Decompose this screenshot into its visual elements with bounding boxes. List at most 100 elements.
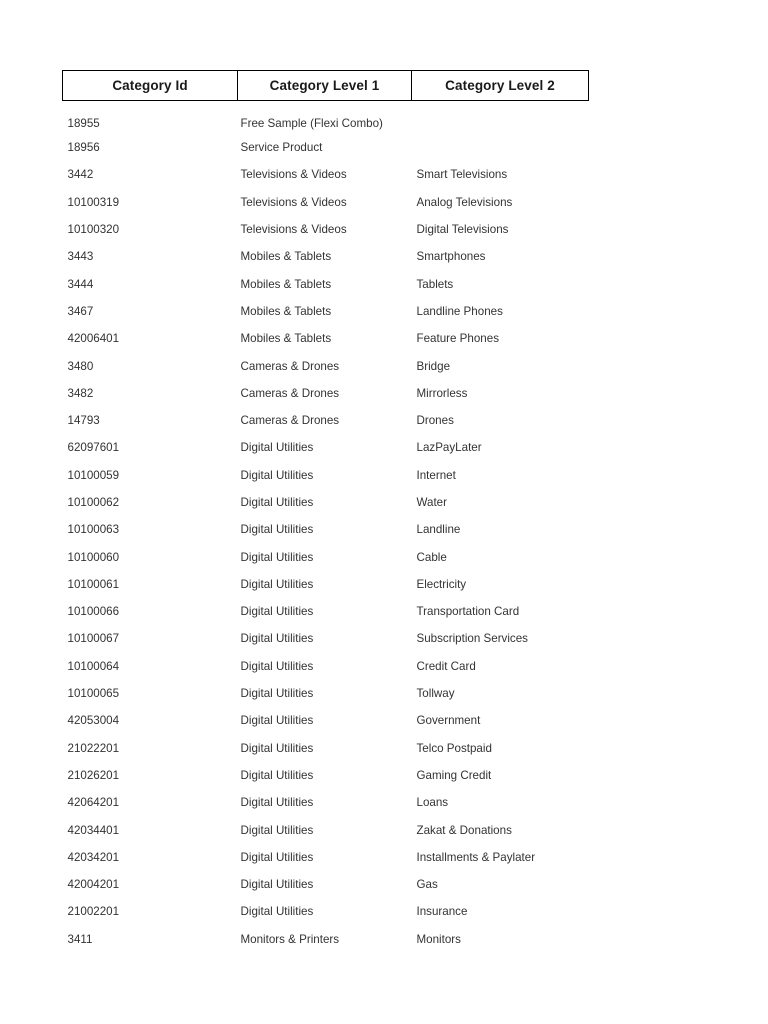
table-row: 10100319 Televisions & Videos Analog Telev… bbox=[63, 189, 589, 216]
cell-category-level-2: Mirrorless bbox=[416, 386, 468, 400]
cell-category-level-2: Insurance bbox=[416, 905, 468, 919]
cell-category-id: 42006401 bbox=[67, 332, 120, 346]
table-row: 10100064 Digital Utilities Credit Card bbox=[63, 653, 589, 680]
cell-category-level-2: Analog Televisions bbox=[416, 195, 513, 209]
cell-category-level-1: Digital Utilities bbox=[240, 468, 314, 482]
cell-category-level-1: Cameras & Drones bbox=[240, 359, 340, 373]
table-row: 21022201 Digital Utilities Telco Postpaid bbox=[63, 735, 589, 762]
table-row: 3480 Cameras & Drones Bridge bbox=[63, 352, 589, 379]
cell-category-level-1: Digital Utilities bbox=[240, 632, 314, 646]
cell-category-level-2: Credit Card bbox=[416, 659, 476, 673]
cell-category-id: 3444 bbox=[67, 277, 94, 291]
table-row: 10100067 Digital Utilities Subscription Se… bbox=[63, 625, 589, 652]
cell-category-id: 10100059 bbox=[67, 468, 120, 482]
table-row: 42034401 Digital Utilities Zakat & Donatio… bbox=[63, 816, 589, 843]
cell-category-level-1: Digital Utilities bbox=[240, 496, 314, 509]
cell-category-id: 42064201 bbox=[67, 796, 120, 810]
cell-category-level-2 bbox=[412, 101, 589, 135]
cell-category-level-1: Digital Utilities bbox=[240, 796, 314, 810]
column-header-category-level-1: Category Level 1 bbox=[237, 70, 412, 101]
table-header: Category Id Category Level 1 Category Le… bbox=[62, 70, 589, 101]
cell-category-level-2: Transportation Card bbox=[416, 605, 520, 619]
cell-category-level-2: Monitors bbox=[416, 932, 461, 946]
cell-category-level-1: Digital Utilities bbox=[240, 878, 314, 892]
table-row: 10100062 Digital Utilities Water bbox=[63, 489, 589, 516]
cell-category-level-2: Tollway bbox=[416, 687, 455, 701]
cell-category-level-2: Gas bbox=[416, 878, 438, 892]
cell-category-id: 42034201 bbox=[67, 850, 120, 864]
table-row: 21026201 Digital Utilities Gaming Credit bbox=[63, 762, 589, 789]
table-row: 10100061 Digital Utilities Electricity bbox=[63, 571, 589, 598]
cell-category-level-1: Monitors & Printers bbox=[240, 932, 340, 946]
document-page: Category Id Category Level 1 Category Le… bbox=[0, 0, 768, 1024]
cell-category-level-2: Zakat & Donations bbox=[416, 823, 512, 837]
table-row: 42006401 Mobiles & Tablets Feature Phones bbox=[63, 325, 589, 352]
cell-category-level-2: Cable bbox=[416, 550, 447, 564]
cell-category-level-2: Landline Phones bbox=[416, 304, 503, 318]
table-row: 21002201 Digital Utilities Insurance bbox=[63, 898, 589, 925]
cell-category-level-1: Mobiles & Tablets bbox=[240, 304, 332, 318]
cell-category-id: 10100065 bbox=[67, 687, 120, 701]
cell-category-id: 21022201 bbox=[67, 741, 120, 755]
cell-category-level-1: Digital Utilities bbox=[240, 687, 314, 701]
cell-category-level-1: Digital Utilities bbox=[240, 823, 314, 837]
cell-category-level-2: Gaming Credit bbox=[416, 768, 492, 782]
cell-category-id: 10100319 bbox=[67, 195, 120, 209]
table-row: 10100065 Digital Utilities Tollway bbox=[63, 680, 589, 707]
cell-category-level-2: Smart Televisions bbox=[416, 168, 508, 182]
cell-category-level-2: LazPayLater bbox=[416, 441, 482, 455]
cell-category-level-2 bbox=[412, 134, 589, 161]
cell-category-level-2: Installments & Paylater bbox=[416, 850, 536, 864]
cell-category-id: 3443 bbox=[67, 250, 94, 264]
cell-category-id: 3467 bbox=[67, 304, 94, 318]
table-row: 10100060 Digital Utilities Cable bbox=[63, 543, 589, 570]
cell-category-id: 42053004 bbox=[67, 714, 120, 728]
cell-category-id: 62097601 bbox=[67, 441, 120, 455]
category-table: Category Id Category Level 1 Category Le… bbox=[62, 70, 589, 953]
cell-category-level-2: Feature Phones bbox=[416, 332, 500, 346]
table-row: 3443 Mobiles & Tablets Smartphones bbox=[63, 243, 589, 270]
cell-category-id: 10100063 bbox=[67, 523, 120, 537]
cell-category-level-1: Mobiles & Tablets bbox=[240, 332, 332, 346]
cell-category-level-1: Mobiles & Tablets bbox=[240, 277, 332, 291]
cell-category-level-1: Digital Utilities bbox=[240, 768, 314, 782]
cell-category-level-2: Loans bbox=[416, 796, 449, 810]
cell-category-id: 42004201 bbox=[67, 878, 120, 892]
column-header-category-level-2: Category Level 2 bbox=[411, 70, 589, 101]
cell-category-level-1: Cameras & Drones bbox=[240, 414, 340, 428]
table-row: 3467 Mobiles & Tablets Landline Phones bbox=[63, 298, 589, 325]
cell-category-level-1: Service Product bbox=[240, 141, 323, 155]
cell-category-level-1: Digital Utilities bbox=[240, 905, 314, 919]
cell-category-level-1: Digital Utilities bbox=[240, 659, 314, 673]
cell-category-level-2: Tablets bbox=[416, 277, 454, 291]
cell-category-level-2: Telco Postpaid bbox=[416, 741, 492, 755]
cell-category-level-2: Bridge bbox=[416, 359, 451, 373]
table-row: 3482 Cameras & Drones Mirrorless bbox=[63, 380, 589, 407]
table-row: 3444 Mobiles & Tablets Tablets bbox=[63, 270, 589, 297]
cell-category-id: 10100061 bbox=[67, 577, 120, 591]
table-row: 18956 Service Product bbox=[63, 134, 589, 161]
cell-category-id: 10100060 bbox=[67, 550, 120, 564]
table-row: 10100066 Digital Utilities Transportation … bbox=[63, 598, 589, 625]
cell-category-id: 21002201 bbox=[67, 905, 120, 919]
table-row: 3442 Televisions & Videos Smart Television… bbox=[63, 161, 589, 188]
table-row: 42034201 Digital Utilities Installments & … bbox=[63, 844, 589, 871]
cell-category-level-1: Digital Utilities bbox=[240, 605, 314, 619]
cell-category-level-1: Digital Utilities bbox=[240, 714, 314, 728]
cell-category-level-1: Mobiles & Tablets bbox=[240, 250, 332, 264]
cell-category-level-2: Water bbox=[416, 496, 448, 509]
cell-category-id: 3411 bbox=[67, 932, 93, 946]
cell-category-id: 3482 bbox=[67, 386, 94, 400]
category-table-container: Category Id Category Level 1 Category Le… bbox=[62, 70, 589, 953]
cell-category-level-2: Subscription Services bbox=[416, 632, 528, 646]
cell-category-id: 10100320 bbox=[67, 223, 120, 237]
table-row: 42064201 Digital Utilities Loans bbox=[63, 789, 589, 816]
table-row: 3411 Monitors & Printers Monitors bbox=[63, 926, 589, 953]
cell-category-id: 3480 bbox=[67, 359, 94, 373]
cell-category-level-1: Digital Utilities bbox=[240, 523, 314, 537]
cell-category-level-2: Government bbox=[416, 714, 481, 728]
cell-category-level-1: Digital Utilities bbox=[240, 850, 314, 864]
cell-category-level-2: Electricity bbox=[416, 577, 467, 591]
cell-category-id: 21026201 bbox=[67, 768, 120, 782]
table-body: 18955 Free Sample (Flexi Combo) 18956 Servi… bbox=[63, 101, 589, 953]
